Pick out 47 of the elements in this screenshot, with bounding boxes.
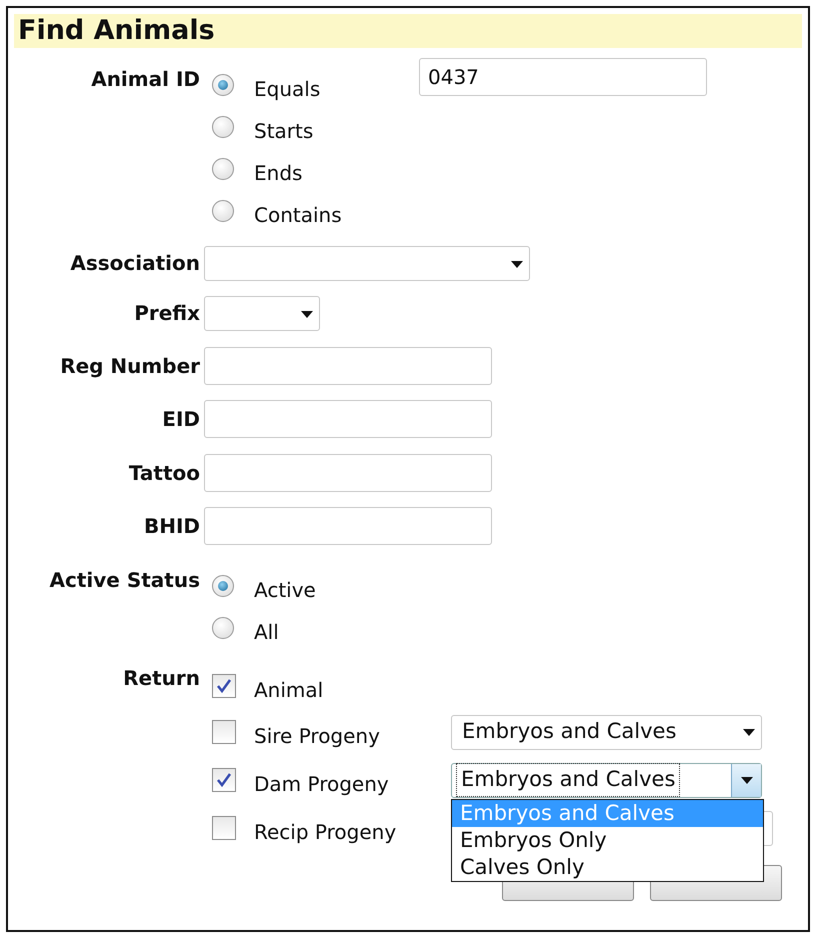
field-label: Animal ID [90, 66, 201, 93]
radio-label: Starts [254, 118, 314, 145]
radio-label: Ends [254, 160, 302, 187]
select-field[interactable]: Embryos and Calves [451, 762, 762, 798]
radio-button[interactable] [212, 200, 234, 222]
dropdown-arrow-icon [740, 776, 752, 784]
checkbox[interactable] [212, 816, 236, 840]
checkmark-icon [215, 677, 233, 695]
field-label: BHID [142, 513, 201, 540]
checkbox[interactable] [212, 768, 236, 792]
radio-button[interactable] [212, 575, 234, 597]
radio-label: Equals [254, 76, 320, 103]
radio-label: Active [254, 577, 316, 604]
select-field[interactable] [204, 246, 530, 281]
checkbox-label: Sire Progeny [254, 723, 380, 750]
radio-label: Contains [254, 202, 342, 229]
text-input[interactable] [204, 454, 492, 492]
radio-button[interactable] [212, 116, 234, 138]
field-label: EID [161, 406, 201, 433]
checkbox[interactable] [212, 720, 236, 744]
checkbox-label: Recip Progeny [254, 819, 396, 846]
radio-button[interactable] [212, 158, 234, 180]
select-field[interactable]: Embryos and Calves [451, 714, 762, 750]
checkmark-icon [215, 771, 233, 789]
radio-button[interactable] [212, 74, 234, 96]
radio-label: All [254, 619, 279, 646]
dropdown-option[interactable]: Calves Only [452, 854, 763, 880]
field-label: Active Status [48, 567, 201, 594]
dropdown-arrow-icon [301, 310, 313, 318]
page-title: Find Animals [14, 14, 802, 48]
text-input[interactable] [204, 347, 492, 385]
field-label: Tattoo [128, 460, 201, 487]
field-label: Return [122, 665, 201, 692]
field-label: Prefix [133, 300, 201, 327]
radio-button[interactable] [212, 617, 234, 639]
id-input[interactable]: 0437 [419, 58, 707, 96]
dropdown-arrow-icon [743, 729, 755, 736]
checkbox-label: Dam Progeny [254, 771, 389, 798]
text-input[interactable] [204, 507, 492, 545]
checkbox-label: Animal [254, 677, 324, 704]
field-label: Association [69, 250, 201, 277]
dropdown-option[interactable]: Embryos Only [452, 826, 763, 854]
checkbox[interactable] [212, 674, 236, 698]
dropdown-arrow-icon [511, 260, 523, 268]
select-field[interactable] [204, 296, 320, 331]
text-input[interactable] [204, 400, 492, 438]
field-label: Reg Number [59, 353, 201, 380]
